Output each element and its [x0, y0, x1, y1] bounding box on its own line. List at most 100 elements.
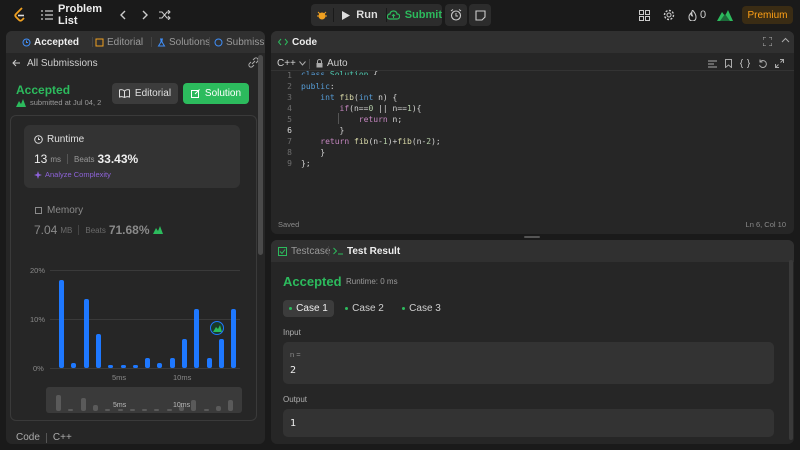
panel-resize-handle[interactable] [524, 236, 540, 238]
chart-bar[interactable] [194, 309, 200, 368]
tab-solutions[interactable]: Solutions [157, 31, 210, 53]
avatar[interactable] [716, 5, 734, 25]
gridline [50, 368, 240, 369]
submit-button[interactable]: Submit [387, 4, 442, 26]
tab-label: Accepted [34, 36, 80, 48]
testcase-label: Testcase [291, 245, 331, 257]
left-scrollbar[interactable] [258, 55, 263, 255]
leetcode-logo-icon[interactable] [12, 5, 28, 25]
your-submission-marker[interactable] [210, 321, 224, 335]
expand-icon[interactable] [775, 59, 784, 68]
code-line: return n; [358, 115, 403, 124]
runtime-unit: ms [50, 154, 62, 164]
tab-accepted[interactable]: Accepted [22, 31, 79, 53]
top-bar: Problem List Run Submit 0 Premium [0, 0, 800, 30]
auto-mode[interactable]: Auto [316, 58, 348, 69]
minimap-tick: 5ms [113, 402, 127, 409]
tab-code[interactable]: Code [278, 31, 317, 53]
saved-status: Saved [278, 220, 300, 229]
maximize-icon[interactable] [762, 36, 773, 49]
code-tab-bar: Code [271, 31, 794, 53]
code-line: } [301, 148, 326, 157]
code-line: } [301, 126, 345, 135]
collapse-icon[interactable] [781, 37, 790, 49]
runtime-card[interactable]: Runtime 13 ms Beats 33.43% Analyze Compl… [24, 125, 240, 188]
line-number: 6 [287, 126, 292, 135]
chart-bar[interactable] [169, 358, 175, 368]
divider [151, 37, 152, 47]
streak-counter[interactable]: 0 [685, 5, 709, 25]
chart-bar[interactable] [59, 279, 64, 368]
run-label: Run [356, 9, 378, 21]
x-tick-label: 5ms [112, 373, 127, 382]
chip-icon [35, 207, 42, 214]
problem-list-link[interactable]: Problem List [58, 3, 112, 27]
code-panel: Code C++ Auto Saved Ln 6, Col 10 [271, 31, 794, 234]
right-scrollbar[interactable] [789, 260, 793, 440]
back-to-submissions[interactable]: All Submissions [12, 57, 98, 69]
divider [92, 37, 93, 47]
note-icon[interactable] [469, 4, 491, 26]
premium-button[interactable]: Premium [742, 6, 793, 24]
chart-bar[interactable] [182, 338, 187, 368]
format-icon[interactable] [708, 60, 717, 68]
braces-icon[interactable] [740, 59, 750, 68]
tab-submissions[interactable]: Submissi [214, 31, 265, 53]
submit-label: Submit [404, 9, 442, 21]
chart-bar[interactable] [218, 338, 224, 368]
editorial-button[interactable]: Editorial [112, 83, 178, 104]
bookmark-icon[interactable] [725, 59, 732, 68]
output-value: 1 [290, 418, 297, 429]
pass-dot [345, 307, 349, 310]
case-1-tab[interactable]: Case 1 [283, 300, 334, 317]
runtime-value: 13 [34, 152, 48, 166]
list-icon[interactable] [40, 5, 54, 25]
chart-bar[interactable] [120, 365, 126, 368]
shuffle-icon[interactable] [157, 5, 173, 25]
runtime-beats: 33.43% [97, 152, 139, 166]
chart-bar[interactable] [145, 358, 151, 368]
divider [309, 59, 310, 69]
case-3-tab[interactable]: Case 3 [396, 300, 447, 317]
reset-icon[interactable] [758, 59, 767, 68]
result-runtime: Runtime: 0 ms [346, 277, 398, 286]
edit-icon [190, 89, 200, 98]
chevron-down-icon [299, 61, 306, 66]
runtime-label: Runtime [47, 134, 85, 145]
minimap-bar [215, 405, 221, 411]
minimap-bar [68, 409, 74, 411]
chart-bar[interactable] [95, 333, 101, 368]
y-tick-label: 10% [30, 315, 46, 324]
debug-icon[interactable] [311, 4, 333, 26]
minimap-bar [129, 409, 135, 411]
tab-editorial[interactable]: Editorial [95, 31, 143, 53]
analyze-complexity-link[interactable]: Analyze Complexity [34, 170, 111, 179]
minimap-bar [105, 409, 111, 411]
memory-header[interactable]: Memory [34, 205, 83, 216]
run-button[interactable]: Run [335, 4, 385, 26]
y-tick-label: 20% [30, 266, 46, 275]
language-select[interactable]: C++ [277, 58, 306, 69]
chart-bar[interactable] [206, 358, 212, 368]
prev-problem-icon[interactable] [116, 5, 130, 25]
timer-icon[interactable] [445, 4, 467, 26]
settings-gear-icon[interactable] [661, 5, 677, 25]
submission-panel: Accepted Editorial Solutions Submissi Al… [6, 31, 265, 444]
chart-bar[interactable] [71, 363, 77, 368]
chart-range-slider[interactable]: 5ms 10ms [46, 387, 242, 413]
chart-bar[interactable] [132, 365, 138, 368]
output-label: Output [283, 395, 308, 404]
next-problem-icon[interactable] [138, 5, 152, 25]
flame-icon [688, 9, 697, 21]
output-box: 1 [283, 409, 774, 437]
chart-bar[interactable] [83, 299, 89, 368]
chart-bar[interactable] [108, 365, 114, 368]
left-tab-bar: Accepted Editorial Solutions Submissi [6, 31, 265, 53]
tab-testcase[interactable]: Testcase [278, 240, 330, 262]
case-2-tab[interactable]: Case 2 [339, 300, 390, 317]
divider [328, 246, 329, 256]
layout-grid-icon[interactable] [636, 5, 652, 25]
solution-button[interactable]: Solution [183, 83, 249, 104]
chart-bar[interactable] [231, 309, 237, 368]
tab-test-result[interactable]: Test Result [333, 240, 400, 262]
